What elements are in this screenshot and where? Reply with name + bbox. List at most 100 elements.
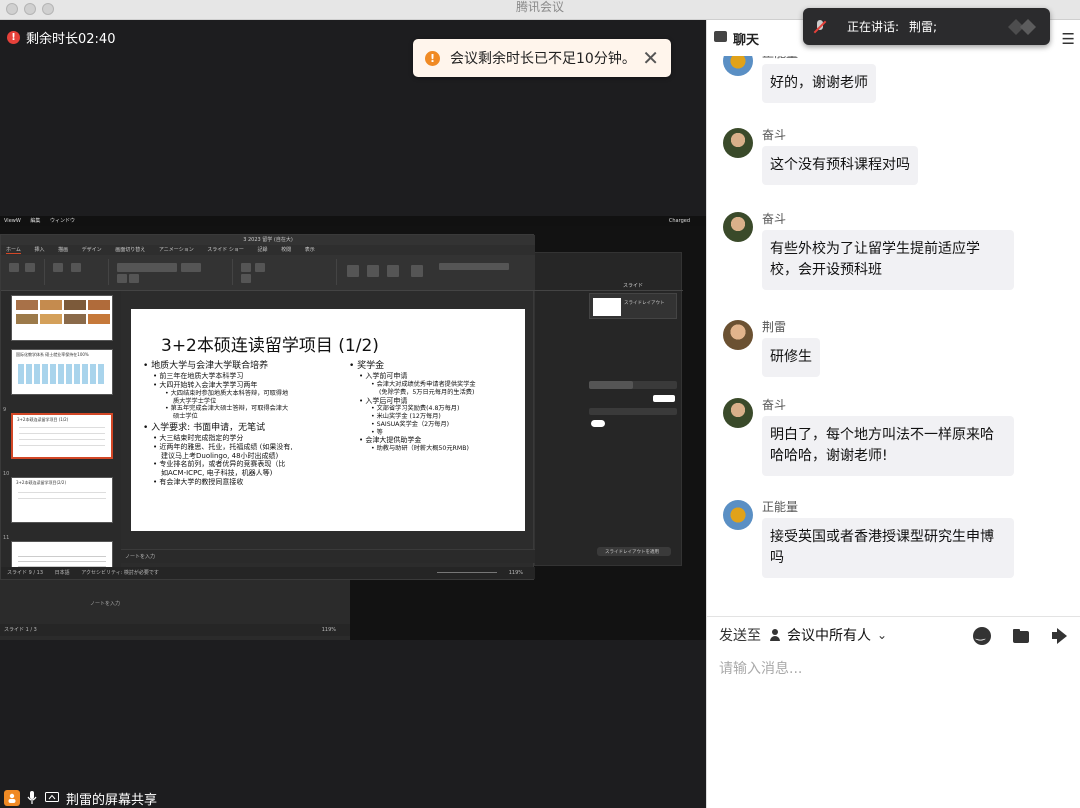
arrange-icon[interactable]	[367, 265, 379, 277]
zoom-slider[interactable]	[437, 572, 497, 573]
slide-bullet: 大四结束时参加地质大本科答辩，可取得地质大学学士学位	[143, 390, 293, 406]
tab-animations[interactable]: アニメーション	[159, 247, 194, 253]
thumbnail-title: 3+2本硕连读留学项目 (1/2)	[17, 417, 69, 422]
layout-card[interactable]: スライドレイアウト	[589, 293, 677, 319]
chat-panel: 聊天 ☰ 正能量好的，谢谢老师奋斗这个没有预科课程对吗奋斗有些外校为了让留学生提…	[706, 20, 1080, 808]
slide-bullet: 助教与助研（时薪大概50元RMB)	[349, 445, 476, 453]
message-sender: 奋斗	[762, 128, 787, 142]
powerpoint-window[interactable]: 3 2023 留学 (自在大) ホーム 挿入 描画 デザイン 画面切り替え アニ…	[0, 234, 535, 580]
announcement-icon[interactable]	[1050, 627, 1068, 645]
font-size-select[interactable]	[181, 263, 201, 272]
tab-record[interactable]: 記録	[257, 247, 267, 253]
apply-layout-button[interactable]: スライドレイアウトを適用	[597, 547, 671, 556]
speaking-label: 正在讲话:	[847, 20, 900, 34]
shared-screen[interactable]: ViewW 編集 ウィンドウ Charged ノートを入力 スライド 1 / 3…	[0, 216, 706, 640]
back-notes-placeholder: ノートを入力	[90, 601, 121, 607]
slide-thumbnail[interactable]	[11, 541, 113, 567]
message-bubble[interactable]: 接受英国或者香港授课型研究生申博吗	[762, 518, 1014, 578]
message-sender: 奋斗	[762, 398, 787, 412]
slide-bullet: 前三年在地质大学本科学习	[143, 372, 293, 381]
color-select[interactable]	[589, 408, 677, 415]
font-name-select[interactable]	[117, 263, 177, 272]
tab-design[interactable]: デザイン	[82, 247, 102, 253]
slide-thumbnail-selected[interactable]: 3+2本硕连读留学项目 (1/2)	[11, 413, 113, 459]
chevron-down-icon: ⌄	[877, 628, 888, 642]
slide-bullet-text: 专业排名前列，或者优异的竞赛表现（比	[159, 460, 286, 469]
slide-thumbnail[interactable]	[11, 295, 113, 341]
ribbon-group-slides	[49, 259, 109, 285]
message-sender: 荆雷	[762, 320, 787, 334]
slide-bullet: 地质大学与会津大学联合培养	[143, 361, 293, 372]
message-bubble[interactable]: 明白了，每个地方叫法不一样原来哈哈哈哈，谢谢老师!	[762, 416, 1014, 476]
microphone-icon[interactable]	[24, 790, 40, 806]
slide-bullet: 会津大对成绩优秀申请者提供奖学金(免除学费，5万日元每月的生活费)	[349, 381, 476, 397]
chat-message-list[interactable]: 正能量好的，谢谢老师奋斗这个没有预科课程对吗奋斗有些外校为了让留学生提前适应学校…	[707, 56, 1080, 616]
slide-bullet-text: 奖学金	[357, 361, 385, 371]
message-bubble[interactable]: 这个没有预科课程对吗	[762, 146, 918, 185]
notes-placeholder[interactable]: ノートを入力	[121, 549, 535, 563]
send-to-selector[interactable]: 发送至 会议中所有人 ⌄	[719, 625, 887, 645]
slide-bullet-text: 入学前可申请	[365, 372, 408, 381]
slide-bullet: 大三结束时完成指定的学分	[143, 434, 293, 443]
tab-draw[interactable]: 描画	[58, 247, 68, 253]
shapes-icon[interactable]	[347, 265, 359, 277]
status-accessibility[interactable]: アクセシビリティ: 検討が必要です	[81, 570, 159, 576]
layout-icon[interactable]	[71, 263, 81, 272]
paste-icon[interactable]	[9, 263, 19, 272]
new-slide-icon[interactable]	[53, 263, 63, 272]
background-toggle[interactable]	[589, 381, 677, 389]
screen-share-icon[interactable]	[44, 790, 60, 806]
tab-review[interactable]: 校閲	[281, 247, 291, 253]
warning-icon: !	[425, 50, 440, 66]
avatar[interactable]	[723, 212, 753, 242]
picture-icon[interactable]	[411, 265, 423, 277]
thumbnail-chart	[18, 364, 106, 384]
tab-slideshow[interactable]: スライド ショー	[207, 247, 244, 253]
file-icon[interactable]	[1012, 627, 1030, 645]
close-icon[interactable]: ✕	[642, 48, 659, 68]
current-slide[interactable]: 3+2本硕连读留学项目 (1/2) 地质大学与会津大学联合培养前三年在地质大学本…	[131, 309, 525, 531]
toggle-switch[interactable]	[591, 420, 605, 427]
slide-bullet-continuation: 硕士学位	[173, 413, 198, 420]
slide-thumbnail[interactable]: 3+2本硕连读留学项目(2/2)	[11, 477, 113, 523]
menu-icon[interactable]: ☰	[1062, 30, 1075, 48]
avatar[interactable]	[723, 500, 753, 530]
panel-tab[interactable]: スライド	[535, 281, 683, 291]
emoji-icon[interactable]	[973, 627, 991, 645]
slide-bullet: 入学前可申请	[349, 372, 476, 381]
chat-input[interactable]	[719, 657, 1069, 681]
avatar[interactable]	[723, 128, 753, 158]
people-icon	[769, 629, 781, 641]
tab-insert[interactable]: 挿入	[34, 247, 44, 253]
slide-bullet: 米山奖学金 (12万每月)	[349, 413, 476, 421]
back-zoom-text: 119%	[321, 627, 336, 633]
format-side-panel: スライド スライドレイアウト スライドレイアウトを適用	[534, 252, 683, 566]
align-left-icon[interactable]	[241, 274, 251, 283]
slide-right-column: 奖学金入学前可申请会津大对成绩优秀申请者提供奖学金(免除学费，5万日元每月的生活…	[349, 359, 476, 453]
cut-icon[interactable]	[25, 263, 35, 272]
slide-bullet-text: SAISUA奖学金（2万每月)	[376, 420, 450, 428]
numbering-icon[interactable]	[255, 263, 265, 272]
italic-icon[interactable]	[129, 274, 139, 283]
bold-icon[interactable]	[117, 274, 127, 283]
color-swatch[interactable]	[653, 395, 675, 402]
message-bubble[interactable]: 有些外校为了让留学生提前适应学校，会开设预科班	[762, 230, 1014, 290]
tab-home[interactable]: ホーム	[6, 247, 21, 254]
avatar[interactable]	[723, 320, 753, 350]
message-bubble[interactable]: 研修生	[762, 338, 820, 377]
message-bubble[interactable]: 好的，谢谢老师	[762, 64, 876, 103]
mac-menu-item: ViewW	[4, 218, 21, 224]
send-to-target[interactable]: 会议中所有人 ⌄	[769, 625, 887, 645]
tab-view[interactable]: 表示	[305, 247, 315, 253]
avatar[interactable]	[723, 398, 753, 428]
tab-transitions[interactable]: 画面切り替え	[115, 247, 145, 253]
slide-thumbnail[interactable]: 国际化教学体系 硕士就业率保持在100%	[11, 349, 113, 395]
slide-bullet-text: 米山奖学金 (12万每月)	[376, 413, 441, 420]
bullets-icon[interactable]	[241, 263, 251, 272]
layout-label: スライドレイアウト	[624, 301, 665, 306]
quick-styles-icon[interactable]	[387, 265, 399, 277]
ribbon-search-box[interactable]	[439, 263, 509, 270]
slide-title: 3+2本硕连读留学项目 (1/2)	[161, 336, 379, 356]
slide-bullet-continuation: 如ACM-ICPC, 电子科技，机器人等)	[161, 469, 273, 477]
avatar[interactable]	[723, 56, 753, 76]
